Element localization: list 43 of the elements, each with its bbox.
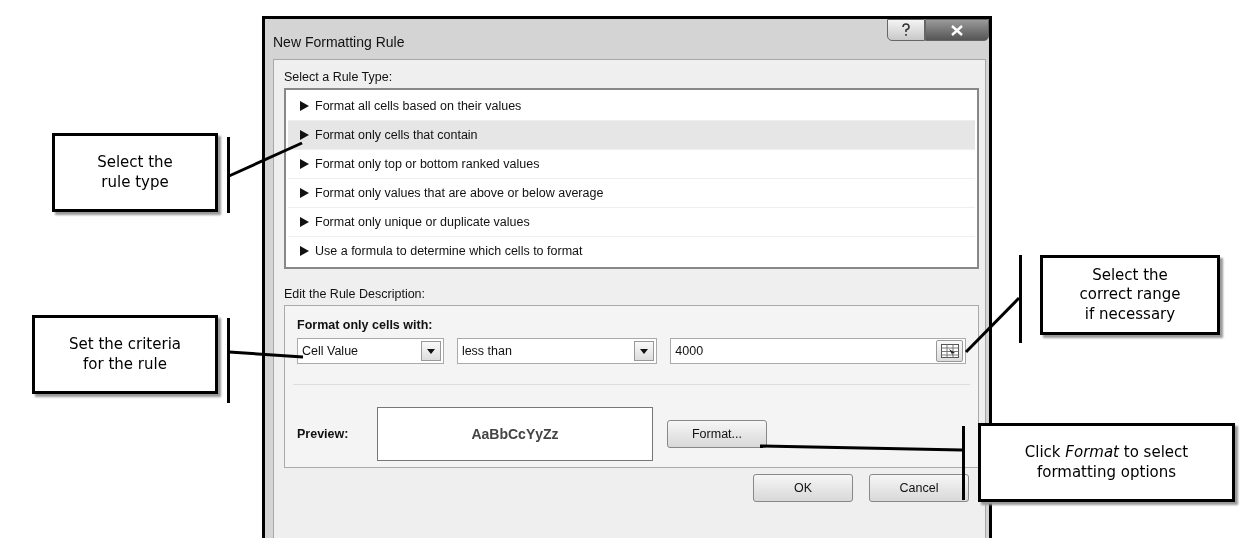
- format-button[interactable]: Format...: [667, 420, 767, 448]
- window-title: New Formatting Rule: [273, 33, 405, 52]
- expand-arrow-icon: [300, 159, 309, 169]
- caret-icon: [640, 348, 649, 354]
- rule-type-item[interactable]: Format only values that are above or below average: [288, 179, 975, 208]
- rule-type-item[interactable]: Format only unique or duplicate values: [288, 208, 975, 237]
- dropdown-field[interactable]: less than: [456, 338, 658, 364]
- grid-icon: [940, 344, 959, 358]
- rule-type-text: Format all cells based on their values: [315, 99, 522, 113]
- expand-arrow-icon: [300, 130, 309, 140]
- section-label: Select a Rule Type:: [284, 70, 394, 84]
- dialog-button[interactable]: OK: [753, 474, 853, 502]
- close-button[interactable]: [925, 19, 989, 41]
- rule-type-text: Format only unique or duplicate values: [315, 215, 530, 229]
- preview-label: Preview:: [297, 427, 350, 441]
- condition-heading: Format only cells with:: [297, 318, 434, 332]
- preview-text: AaBbCcYyZz: [471, 426, 559, 442]
- rule-type-text: Format only top or bottom ranked values: [315, 157, 540, 171]
- callout: Select the rule type: [52, 133, 218, 212]
- value-input-field[interactable]: 4000: [670, 338, 966, 364]
- rule-type-item[interactable]: Format only cells that contain: [288, 121, 975, 150]
- callout: Set the criteria for the rule: [32, 315, 218, 394]
- range-select-button[interactable]: [936, 340, 963, 362]
- help-icon: [901, 23, 911, 37]
- help-button[interactable]: [887, 19, 925, 41]
- dropdown-button[interactable]: [420, 341, 441, 361]
- close-icon: [951, 24, 963, 36]
- rule-type-text: Format only cells that contain: [315, 128, 478, 142]
- callout: Click Format to select formatting options: [978, 423, 1235, 502]
- rule-type-text: Use a formula to determine which cells to format: [315, 244, 583, 258]
- expand-arrow-icon: [300, 188, 309, 198]
- dropdown-button[interactable]: [634, 341, 655, 361]
- caret-icon: [426, 348, 435, 354]
- expand-arrow-icon: [300, 101, 309, 111]
- rule-type-item[interactable]: Use a formula to determine which cells to format: [288, 237, 975, 265]
- expand-arrow-icon: [300, 246, 309, 256]
- dialog-button[interactable]: Cancel: [869, 474, 969, 502]
- dropdown-field[interactable]: Cell Value: [297, 338, 444, 364]
- expand-arrow-icon: [300, 217, 309, 227]
- rule-type-text: Format only values that are above or below average: [315, 186, 604, 200]
- rule-type-item[interactable]: Format only top or bottom ranked values: [288, 150, 975, 179]
- callout: Select the correct range if necessary: [1040, 255, 1220, 335]
- section-label: Edit the Rule Description:: [284, 287, 427, 301]
